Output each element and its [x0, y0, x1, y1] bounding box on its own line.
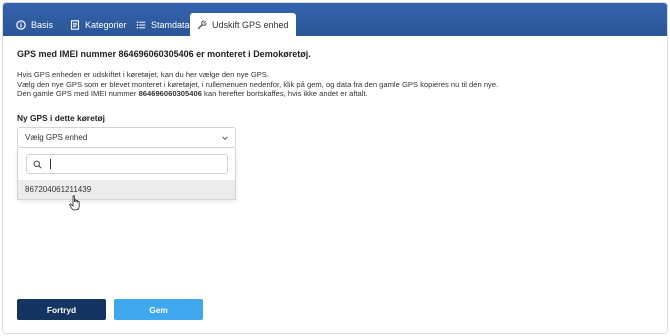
text-caret [50, 159, 51, 169]
tab-udskift-gps-enhed[interactable]: Udskift GPS enhed [190, 13, 296, 37]
select-dropdown: 867204061211439 [17, 148, 236, 200]
main-content: GPS med IMEI nummer 864696060305406 er m… [17, 49, 653, 123]
info-icon [16, 19, 26, 30]
hand-pointer-icon [69, 195, 80, 211]
headline-prefix: GPS med IMEI nummer [17, 49, 117, 59]
dropdown-search-input[interactable] [26, 154, 228, 174]
list-icon [136, 20, 146, 30]
gps-device-select[interactable]: Vælg GPS enhed [17, 127, 236, 148]
instructions-line-3-suffix: kan herefter bortskaffes, hvis ikke ande… [204, 89, 368, 99]
headline-vehicle: Demokøretøj [253, 49, 309, 59]
tab-kategorier[interactable]: Kategorier [63, 13, 134, 36]
search-icon [33, 160, 42, 168]
save-button[interactable]: Gem [114, 299, 203, 320]
tab-basis[interactable]: Basis [9, 13, 60, 36]
wrench-icon [197, 20, 207, 30]
instructions-line-2: Vælg den nye GPS som er blevet monteret … [17, 79, 499, 89]
window: Basis Kategorier Stamdata Udskift GPS en… [2, 2, 668, 334]
document-icon [70, 19, 80, 30]
tab-label: Basis [31, 19, 54, 30]
tab-bar: Basis Kategorier Stamdata Udskift GPS en… [3, 3, 667, 37]
cancel-button[interactable]: Fortryd [17, 299, 106, 320]
instructions-line-3-imei: 864696060305406 [138, 89, 202, 99]
headline-suffix: . [308, 49, 311, 59]
section-title: Ny GPS i dette køretøj [17, 112, 105, 123]
gps-status-headline: GPS med IMEI nummer 864696060305406 er m… [17, 49, 653, 59]
instructions-line-1: Hvis GPS enheden er udskiftet i køretøje… [17, 70, 269, 79]
tab-stamdata[interactable]: Stamdata [129, 13, 197, 36]
tab-label: Stamdata [151, 19, 190, 30]
headline-imei: 864696060305406 [118, 49, 194, 59]
instructions-line-3-prefix: Den gamle GPS med IMEI nummer [17, 89, 137, 99]
select-placeholder: Vælg GPS enhed [25, 133, 88, 142]
headline-middle: er monteret i [196, 49, 251, 59]
tab-label: Udskift GPS enhed [212, 20, 289, 30]
instructions: Hvis GPS enheden er udskiftet i køretøje… [17, 70, 653, 99]
tab-label: Kategorier [85, 19, 127, 30]
chevron-down-icon [222, 136, 228, 141]
instructions-line-3: Den gamle GPS med IMEI nummer 8646960603… [17, 89, 653, 99]
dropdown-option[interactable]: 867204061211439 [18, 180, 235, 199]
